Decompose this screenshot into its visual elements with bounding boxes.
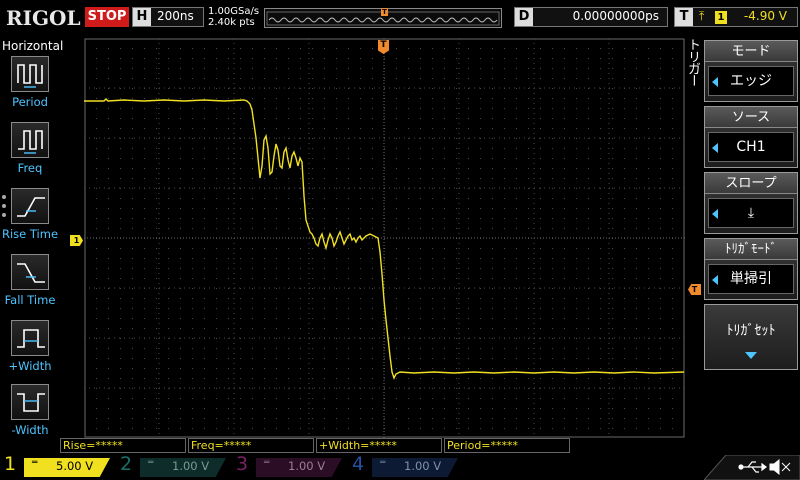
sidebar-item-period[interactable]: Period bbox=[0, 56, 60, 114]
channel4-coupling-icon: ═ bbox=[380, 458, 386, 468]
run-stop-indicator[interactable]: STOP bbox=[85, 7, 129, 27]
measurement-results-bar: Rise=***** Freq=***** +Width=***** Perio… bbox=[60, 438, 700, 453]
trigger-edge-icon: ⤒ bbox=[699, 9, 705, 23]
period-icon bbox=[11, 56, 49, 92]
channel3-number: 3 bbox=[236, 453, 249, 475]
timebase-box[interactable]: H 200ns bbox=[132, 7, 204, 27]
channel1-status[interactable]: 1 ═ 5.00 V bbox=[4, 453, 120, 480]
channel4-number: 4 bbox=[352, 453, 365, 475]
channel1-coupling-icon: ═ bbox=[32, 458, 38, 468]
memory-trigger-position: T bbox=[381, 8, 388, 16]
sidebar-item-rise-time[interactable]: Rise Time bbox=[0, 188, 60, 246]
measurement-period[interactable]: Period=***** bbox=[444, 438, 570, 453]
menu-left-arrow-icon bbox=[712, 143, 718, 153]
rigol-logo: RIGOL bbox=[6, 6, 81, 30]
measurement-freq[interactable]: Freq=***** bbox=[188, 438, 314, 453]
memory-overview: T bbox=[264, 8, 502, 28]
channel1-ground-marker[interactable]: 1 bbox=[70, 235, 83, 246]
positive-width-icon bbox=[11, 320, 49, 356]
menu-left-arrow-icon bbox=[712, 275, 718, 285]
channel4-scale: 1.00 V bbox=[404, 459, 442, 473]
trigger-level: -4.90 V bbox=[743, 9, 787, 23]
sidebar-label-period: Period bbox=[12, 95, 48, 109]
trigger-channel-badge: 1 bbox=[715, 11, 727, 24]
submenu-down-arrow-icon bbox=[745, 352, 757, 359]
menu-left-arrow-icon bbox=[712, 77, 718, 87]
menu-trigger-mode-value-text: 単掃引 bbox=[730, 271, 772, 287]
menu-item-slope[interactable]: スロープ ⤓ bbox=[704, 172, 798, 234]
freq-icon bbox=[11, 122, 49, 158]
trigger-status-box[interactable]: T ⤒ 1 -4.90 V bbox=[674, 7, 798, 27]
menu-mode-value-text: エッジ bbox=[730, 73, 772, 89]
measurement-positive-width[interactable]: +Width=***** bbox=[316, 438, 442, 453]
waveform-display[interactable] bbox=[84, 38, 686, 438]
sidebar-label-positive-width: +Width bbox=[8, 359, 52, 373]
sidebar-title: Horizontal bbox=[2, 39, 64, 53]
menu-source-value-text: CH1 bbox=[736, 139, 766, 155]
trigger-menu-title: トリガー bbox=[685, 38, 700, 86]
trigger-level-marker[interactable]: T bbox=[688, 284, 701, 295]
horizontal-measure-sidebar: Horizontal Period Freq Rise Time Fall Ti… bbox=[0, 38, 64, 442]
menu-item-trigger-mode[interactable]: ﾄﾘｶﾞﾓｰﾄﾞ 単掃引 bbox=[704, 238, 798, 300]
trigger-label: T bbox=[675, 8, 693, 26]
sample-rate: 1.00GSa/s bbox=[208, 6, 260, 17]
sidebar-label-fall-time: Fall Time bbox=[4, 293, 56, 307]
measurement-rise[interactable]: Rise=***** bbox=[60, 438, 186, 453]
menu-item-trigger-setting[interactable]: ﾄﾘｶﾞｾｯﾄ bbox=[704, 304, 798, 370]
sidebar-label-rise-time: Rise Time bbox=[1, 227, 59, 241]
waveform-graticule bbox=[84, 38, 686, 438]
delay-box[interactable]: D 0.00000000ps bbox=[514, 7, 668, 27]
channel3-coupling-icon: ═ bbox=[264, 458, 270, 468]
channel2-scale: 1.00 V bbox=[172, 459, 210, 473]
channel3-scale: 1.00 V bbox=[288, 459, 326, 473]
delay-label: D bbox=[515, 8, 533, 26]
rise-time-icon bbox=[11, 188, 49, 224]
menu-left-arrow-icon bbox=[712, 209, 718, 219]
menu-item-source[interactable]: ソース CH1 bbox=[704, 106, 798, 168]
sidebar-item-negative-width[interactable]: -Width bbox=[0, 384, 60, 442]
sidebar-item-positive-width[interactable]: +Width bbox=[0, 320, 60, 378]
menu-source-value: CH1 bbox=[708, 132, 794, 162]
channel1-scale: 5.00 V bbox=[56, 459, 94, 473]
channel2-number: 2 bbox=[120, 453, 133, 475]
menu-trigger-mode-header: ﾄﾘｶﾞﾓｰﾄﾞ bbox=[705, 239, 797, 260]
timebase-label: H bbox=[133, 8, 151, 26]
falling-edge-icon: ⤓ bbox=[747, 205, 755, 221]
sidebar-item-fall-time[interactable]: Fall Time bbox=[0, 254, 60, 312]
memory-points: 2.40k pts bbox=[208, 17, 255, 28]
timebase-value: 200ns bbox=[157, 9, 194, 23]
menu-trigger-setting-label: ﾄﾘｶﾞｾｯﾄ bbox=[726, 323, 776, 339]
sidebar-item-freq[interactable]: Freq bbox=[0, 122, 60, 180]
fall-time-icon bbox=[11, 254, 49, 290]
acquisition-info: 1.00GSa/s 2.40k pts bbox=[208, 6, 259, 28]
menu-slope-value: ⤓ bbox=[708, 198, 794, 228]
menu-item-mode[interactable]: モード エッジ bbox=[704, 40, 798, 102]
channel1-number: 1 bbox=[4, 453, 17, 475]
negative-width-icon bbox=[11, 384, 49, 420]
menu-mode-value: エッジ bbox=[708, 66, 794, 96]
sidebar-label-negative-width: -Width bbox=[11, 423, 49, 437]
top-status-bar: RIGOL STOP H 200ns 1.00GSa/s 2.40k pts T… bbox=[0, 0, 800, 38]
delay-value: 0.00000000ps bbox=[572, 9, 659, 23]
menu-trigger-mode-value: 単掃引 bbox=[708, 264, 794, 294]
channel-status-bar: 1 ═ 5.00 V 2 ═ 1.00 V 3 ═ 1.00 V 4 ═ 1.0… bbox=[0, 453, 800, 480]
menu-source-header: ソース bbox=[705, 107, 797, 128]
channel3-status[interactable]: 3 ═ 1.00 V bbox=[236, 453, 352, 480]
channel4-status[interactable]: 4 ═ 1.00 V bbox=[352, 453, 468, 480]
channel2-status[interactable]: 2 ═ 1.00 V bbox=[120, 453, 236, 480]
status-icons bbox=[703, 454, 800, 480]
menu-slope-header: スロープ bbox=[705, 173, 797, 194]
menu-mode-header: モード bbox=[705, 41, 797, 62]
channel2-coupling-icon: ═ bbox=[148, 458, 154, 468]
sidebar-label-freq: Freq bbox=[17, 161, 43, 175]
system-status-area bbox=[703, 454, 800, 480]
